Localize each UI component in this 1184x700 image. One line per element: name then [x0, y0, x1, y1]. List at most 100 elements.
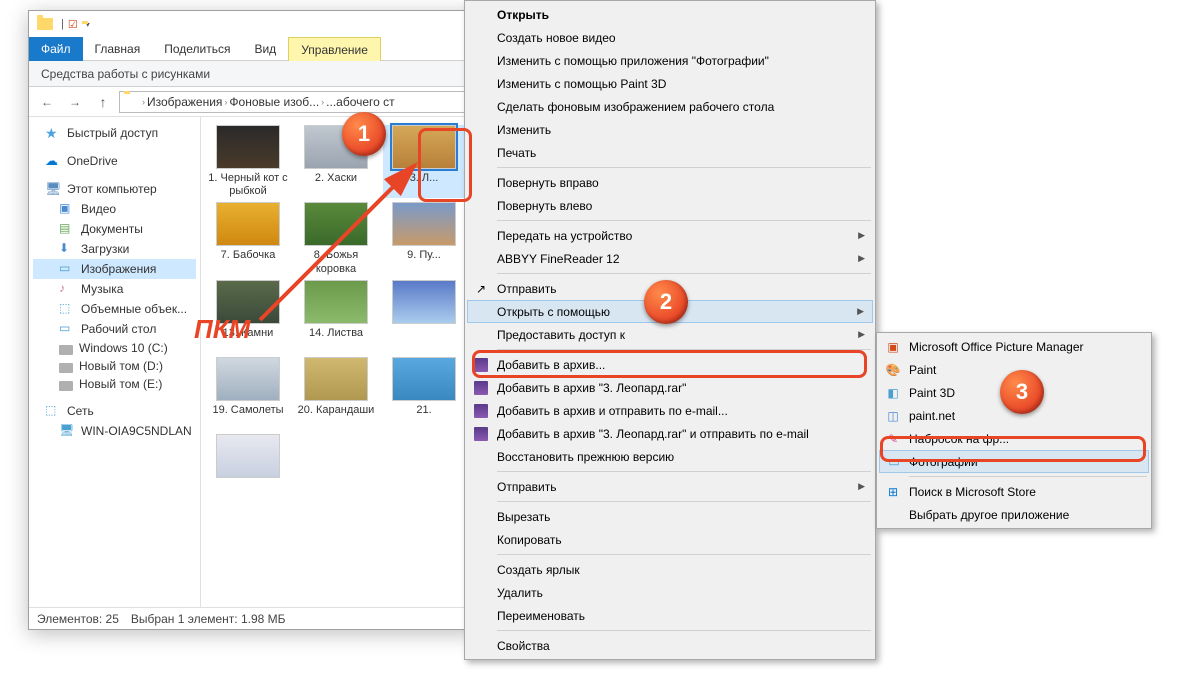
- pc-icon: 🖥: [45, 181, 61, 197]
- desktop-icon: ▭: [59, 321, 75, 337]
- menu-print[interactable]: Печать: [467, 141, 873, 164]
- menu-paint3d[interactable]: Изменить с помощью Paint 3D: [467, 72, 873, 95]
- menu-add-archive[interactable]: Добавить в архив...: [467, 353, 873, 376]
- menu-copy[interactable]: Копировать: [467, 528, 873, 551]
- store-icon: ⊞: [885, 484, 901, 500]
- explorer-window: | ☑ ▾ Файл Главная Поделиться Вид Управл…: [28, 10, 478, 630]
- drive-icon: [59, 381, 73, 391]
- menu-send[interactable]: ↗Отправить: [467, 277, 873, 300]
- nav-documents[interactable]: ▤Документы: [33, 219, 196, 239]
- file-item[interactable]: 14. Листва: [295, 280, 377, 353]
- nav-drive-c[interactable]: Windows 10 (C:): [33, 339, 196, 357]
- menu-separator: [497, 471, 871, 472]
- tab-view[interactable]: Вид: [242, 37, 288, 61]
- nav-network-pc[interactable]: 🖥WIN-OIA9C5NDLAN: [33, 421, 196, 441]
- file-item[interactable]: 21.: [383, 357, 465, 430]
- context-menu: Открыть Создать новое видео Изменить с п…: [464, 0, 876, 660]
- menu-delete[interactable]: Удалить: [467, 581, 873, 604]
- menu-abbyy[interactable]: ABBYY FineReader 12▶: [467, 247, 873, 270]
- menu-edit-photos[interactable]: Изменить с помощью приложения "Фотографи…: [467, 49, 873, 72]
- address-bar: ← → ↑ › Изображения › Фоновые изоб... › …: [29, 87, 477, 117]
- nav-label: Объемные объек...: [81, 302, 187, 316]
- tab-file[interactable]: Файл: [29, 37, 83, 61]
- file-label: 20. Карандаши: [295, 404, 377, 430]
- status-selection: Выбран 1 элемент: 1.98 МБ: [131, 612, 286, 626]
- submenu-paint3d[interactable]: ◧Paint 3D: [879, 381, 1149, 404]
- crumb-folder[interactable]: Фоновые изоб...: [229, 95, 319, 109]
- menu-add-rar[interactable]: Добавить в архив "3. Леопард.rar": [467, 376, 873, 399]
- menu-rename[interactable]: Переименовать: [467, 604, 873, 627]
- file-item[interactable]: 8. Божья коровка: [295, 202, 377, 275]
- file-item[interactable]: 13. Камни: [207, 280, 289, 353]
- submenu-paintnet[interactable]: ◫paint.net: [879, 404, 1149, 427]
- submenu-store[interactable]: ⊞Поиск в Microsoft Store: [879, 480, 1149, 503]
- menu-shortcut[interactable]: Создать ярлык: [467, 558, 873, 581]
- menu-new-video[interactable]: Создать новое видео: [467, 26, 873, 49]
- menu-add-mail[interactable]: Добавить в архив и отправить по e-mail..…: [467, 399, 873, 422]
- nav-thispc[interactable]: 🖥 Этот компьютер: [33, 179, 196, 199]
- menu-add-rar-mail[interactable]: Добавить в архив "3. Леопард.rar" и отпр…: [467, 422, 873, 445]
- qat-check-icon[interactable]: ☑: [68, 18, 78, 31]
- file-label: 8. Божья коровка: [295, 249, 377, 275]
- nav-video[interactable]: ▣Видео: [33, 199, 196, 219]
- menu-separator: [497, 220, 871, 221]
- file-label: 2. Хаски: [295, 172, 377, 198]
- menu-rotate-right[interactable]: Повернуть вправо: [467, 171, 873, 194]
- paintnet-icon: ◫: [885, 408, 901, 424]
- menu-edit[interactable]: Изменить: [467, 118, 873, 141]
- nav-drive-e[interactable]: Новый том (E:): [33, 375, 196, 393]
- menu-properties[interactable]: Свойства: [467, 634, 873, 657]
- menu-open[interactable]: Открыть: [467, 3, 873, 26]
- file-item[interactable]: [207, 434, 289, 507]
- tab-home[interactable]: Главная: [83, 37, 153, 61]
- nav-downloads[interactable]: ⬇Загрузки: [33, 239, 196, 259]
- tab-tool[interactable]: Управление: [288, 37, 381, 61]
- menu-separator: [909, 476, 1147, 477]
- nav-desktop[interactable]: ▭Рабочий стол: [33, 319, 196, 339]
- submenu-mspm[interactable]: ▣Microsoft Office Picture Manager: [879, 335, 1149, 358]
- pc-icon: 🖥: [59, 423, 75, 439]
- menu-cut[interactable]: Вырезать: [467, 505, 873, 528]
- nav-pictures[interactable]: ▭Изображения: [33, 259, 196, 279]
- submenu-photos[interactable]: ▭Фотографии: [879, 450, 1149, 473]
- forward-button[interactable]: →: [63, 90, 87, 114]
- crumb-sub[interactable]: ...абочего ст: [326, 95, 395, 109]
- nav-network[interactable]: ⬚Сеть: [33, 401, 196, 421]
- menu-set-background[interactable]: Сделать фоновым изображением рабочего ст…: [467, 95, 873, 118]
- menu-separator: [497, 349, 871, 350]
- file-item[interactable]: 19. Самолеты: [207, 357, 289, 430]
- up-button[interactable]: ↑: [91, 90, 115, 114]
- tab-share[interactable]: Поделиться: [152, 37, 242, 61]
- nav-label: Документы: [81, 222, 143, 236]
- nav-onedrive[interactable]: ☁OneDrive: [33, 151, 196, 171]
- menu-cast[interactable]: Передать на устройство▶: [467, 224, 873, 247]
- nav-label: Видео: [81, 202, 116, 216]
- submenu-other-app[interactable]: Выбрать другое приложение: [879, 503, 1149, 526]
- file-item[interactable]: 2. Хаски: [295, 125, 377, 198]
- file-label: [383, 327, 465, 353]
- file-item[interactable]: [383, 280, 465, 353]
- file-item-selected[interactable]: 3. Л...: [383, 125, 465, 198]
- crumb-root[interactable]: Изображения: [147, 95, 222, 109]
- submenu-paint[interactable]: 🎨Paint: [879, 358, 1149, 381]
- nav-3dobjects[interactable]: ⬚ Объемные объек...: [33, 299, 196, 319]
- menu-rotate-left[interactable]: Повернуть влево: [467, 194, 873, 217]
- menu-open-with[interactable]: Открыть с помощью▶: [467, 300, 873, 323]
- nav-quick-access[interactable]: ★Быстрый доступ: [33, 123, 196, 143]
- file-item[interactable]: 1. Черный кот с рыбкой: [207, 125, 289, 198]
- menu-share-access[interactable]: Предоставить доступ к▶: [467, 323, 873, 346]
- menu-restore[interactable]: Восстановить прежнюю версию: [467, 445, 873, 468]
- nav-drive-d[interactable]: Новый том (D:): [33, 357, 196, 375]
- file-grid: 1. Черный кот с рыбкой 2. Хаски 3. Л... …: [201, 117, 477, 607]
- breadcrumb[interactable]: › Изображения › Фоновые изоб... › ...або…: [119, 91, 471, 113]
- back-button[interactable]: ←: [35, 90, 59, 114]
- cube-icon: ⬚: [59, 301, 75, 317]
- file-item[interactable]: 20. Карандаши: [295, 357, 377, 430]
- photos-icon: ▭: [886, 454, 902, 470]
- menu-send-to[interactable]: Отправить▶: [467, 475, 873, 498]
- nav-label: Этот компьютер: [67, 182, 157, 196]
- file-item[interactable]: 9. Пу...: [383, 202, 465, 275]
- submenu-sketch[interactable]: ✎Набросок на фр...: [879, 427, 1149, 450]
- nav-music[interactable]: ♪Музыка: [33, 279, 196, 299]
- file-item[interactable]: 7. Бабочка: [207, 202, 289, 275]
